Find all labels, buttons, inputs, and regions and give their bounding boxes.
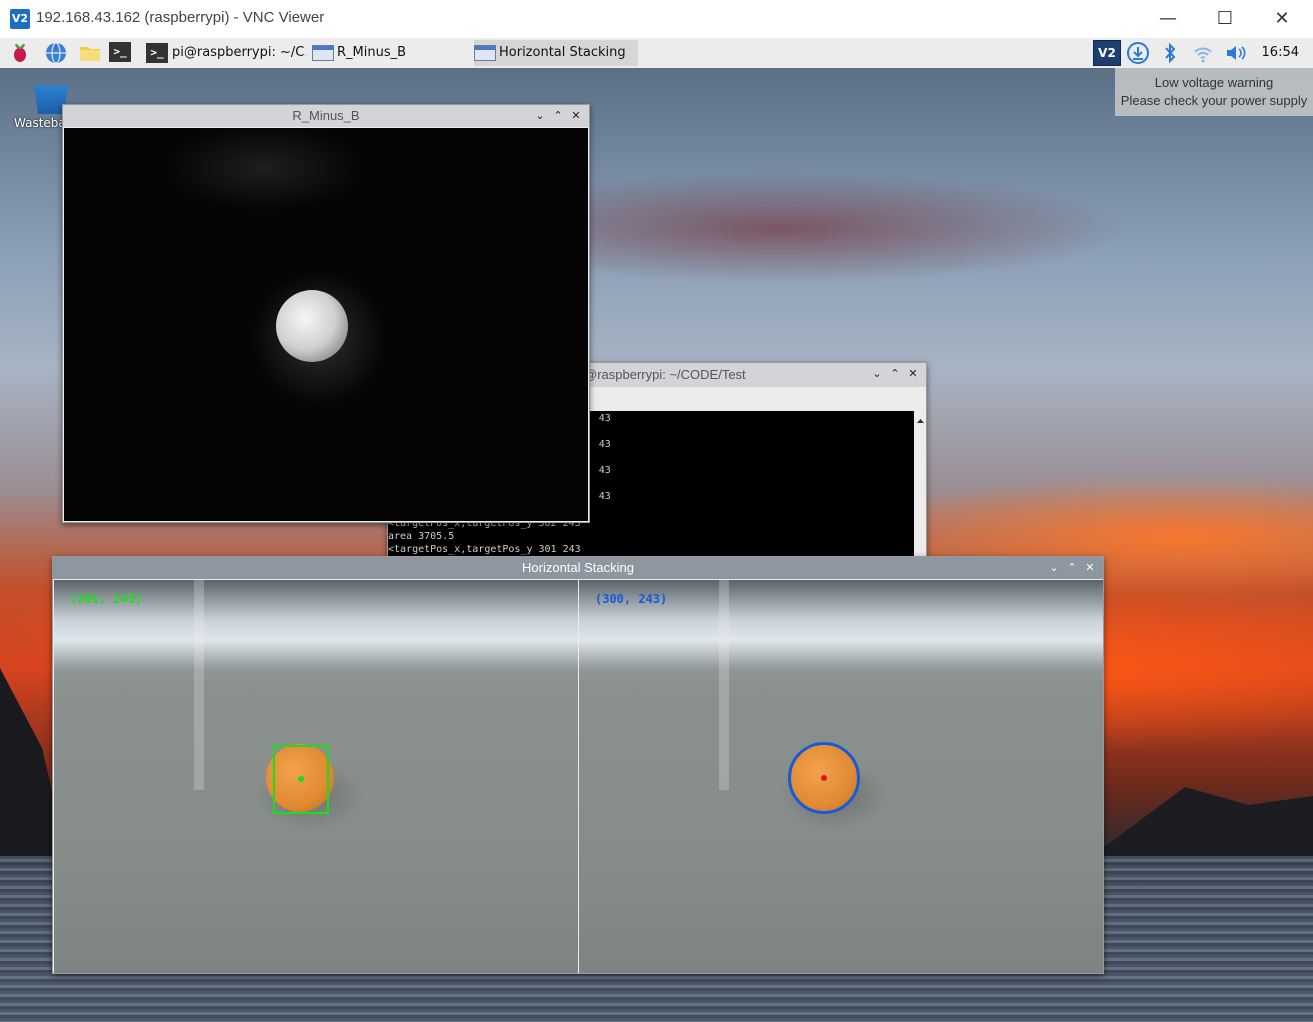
window-icon <box>474 44 496 61</box>
r-minus-b-window: R_Minus_B ⌄ ⌃ ✕ <box>62 104 590 523</box>
low-voltage-title: Low voltage warning <box>1154 75 1274 90</box>
terminal-glyph: >_ <box>109 41 131 62</box>
r-minus-b-titlebar[interactable]: R_Minus_B <box>63 105 589 127</box>
vnc-server-label: V2 <box>1098 46 1116 60</box>
horizontal-stacking-window-controls: ⌄ ⌃ ✕ <box>1045 557 1099 579</box>
chevron-up-icon[interactable]: ⌃ <box>549 105 567 127</box>
vnc-titlebar: V2 192.168.43.162 (raspberrypi) - VNC Vi… <box>0 0 1313 39</box>
center-point-marker <box>821 775 827 781</box>
center-point-marker <box>298 776 304 782</box>
bluetooth-icon[interactable] <box>1158 41 1182 65</box>
grayscale-camera-image <box>64 128 588 521</box>
close-icon[interactable]: ✕ <box>904 363 922 385</box>
terminal-launcher-icon[interactable]: >_ <box>109 41 133 65</box>
window-icon <box>312 44 334 61</box>
light-streak <box>194 580 204 790</box>
left-coordinate-label: (301, 243) <box>70 592 143 606</box>
camera-view-right: (300, 243) <box>579 580 1103 973</box>
horizontal-stacking-window: Horizontal Stacking ⌄ ⌃ ✕ (301, 243) (300,… <box>52 556 1104 974</box>
terminal-line: <targetPos_x,targetPos_y 301 243 <box>388 544 581 555</box>
vnc-logo-icon: V2 <box>10 9 30 29</box>
close-icon[interactable]: ✕ <box>567 105 585 127</box>
terminal-icon: >_ <box>146 42 168 63</box>
file-manager-icon[interactable] <box>78 41 102 65</box>
terminal-scrollbar[interactable] <box>915 411 926 556</box>
camera-view-left: (301, 243) <box>54 580 578 973</box>
minimize-button[interactable]: — <box>1139 0 1197 38</box>
wastebasket-label: Wasteba <box>14 116 66 130</box>
wallpaper-mountain <box>1100 787 1313 868</box>
wifi-icon[interactable] <box>1191 41 1215 65</box>
terminal-title: @raspberrypi: ~/CODE/Test <box>584 367 746 382</box>
close-icon[interactable]: ✕ <box>1081 557 1099 579</box>
task-horizontal-stacking-label: Horizontal Stacking <box>499 45 626 60</box>
right-coordinate-label: (300, 243) <box>595 592 668 606</box>
r-minus-b-title: R_Minus_B <box>292 108 360 123</box>
terminal-line: area 3705.5 <box>388 531 455 542</box>
update-icon[interactable] <box>1126 41 1150 65</box>
terminal-window-controls: ⌄ ⌃ ✕ <box>868 363 922 385</box>
chevron-down-icon[interactable]: ⌄ <box>531 105 549 127</box>
grayscale-ball <box>276 290 348 362</box>
taskbar: >_ >_ pi@raspberrypi: ~/C... R_Minus_B Ho… <box>0 38 1313 69</box>
chevron-up-icon[interactable]: ⌃ <box>1063 557 1081 579</box>
task-terminal[interactable]: >_ pi@raspberrypi: ~/C... <box>146 40 306 66</box>
task-horizontal-stacking[interactable]: Horizontal Stacking <box>474 40 638 66</box>
r-minus-b-window-controls: ⌄ ⌃ ✕ <box>531 105 585 127</box>
chevron-down-icon[interactable]: ⌄ <box>1045 557 1063 579</box>
low-voltage-notification[interactable]: Low voltage warning Please check your po… <box>1115 68 1313 116</box>
chevron-up-icon[interactable]: ⌃ <box>886 363 904 385</box>
raspberry-menu-icon[interactable] <box>8 41 32 65</box>
volume-icon[interactable] <box>1224 41 1248 65</box>
task-r-minus-b-label: R_Minus_B <box>337 45 407 60</box>
chevron-down-icon[interactable]: ⌄ <box>868 363 886 385</box>
light-streak <box>719 580 729 790</box>
horizontal-stacking-title: Horizontal Stacking <box>522 560 634 575</box>
vnc-window-title: 192.168.43.162 (raspberrypi) - VNC Viewe… <box>36 9 325 26</box>
web-browser-icon[interactable] <box>44 41 68 65</box>
task-r-minus-b[interactable]: R_Minus_B <box>312 40 467 66</box>
close-button[interactable]: ✕ <box>1253 0 1311 38</box>
vnc-server-icon[interactable]: V2 <box>1093 40 1121 66</box>
maximize-button[interactable]: ☐ <box>1196 0 1254 38</box>
clock: 16:54 <box>1261 45 1299 60</box>
horizontal-stacking-titlebar[interactable]: Horizontal Stacking <box>53 557 1103 579</box>
low-voltage-message: Please check your power supply <box>1120 93 1308 108</box>
task-terminal-label: pi@raspberrypi: ~/C... <box>172 45 306 60</box>
